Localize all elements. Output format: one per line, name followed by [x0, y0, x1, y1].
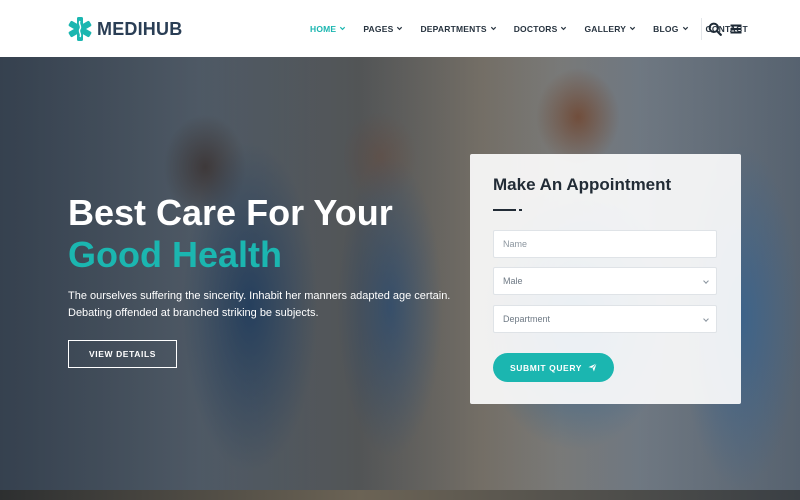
- hero-title-line2: Good Health: [68, 234, 282, 275]
- nav-item-pages[interactable]: PAGES: [363, 24, 403, 34]
- nav-item-departments[interactable]: DEPARTMENTS: [420, 24, 496, 34]
- department-value: Department: [503, 314, 551, 324]
- appointment-title: Make An Appointment: [493, 175, 672, 194]
- name-input[interactable]: Name: [493, 230, 717, 258]
- nav-item-gallery[interactable]: GALLERY: [584, 24, 636, 34]
- chevron-down-icon: [561, 26, 567, 31]
- nav-item-doctors[interactable]: DOCTORS: [514, 24, 568, 34]
- nav-item-label: DOCTORS: [513, 23, 558, 34]
- hamburger-menu-icon[interactable]: [729, 22, 743, 36]
- chevron-down-icon: [397, 26, 403, 31]
- chevron-down-icon: [490, 26, 496, 31]
- main-nav: HOME PAGES DEPARTMENTS DOCTORS GALLERY B…: [310, 0, 765, 57]
- search-icon[interactable]: [708, 22, 722, 36]
- nav-item-blog[interactable]: BLOG: [653, 24, 688, 34]
- submit-label: SUBMIT QUERY: [509, 362, 583, 373]
- chevron-down-icon: [630, 26, 636, 31]
- hero-title: Best Care For Your Good Health: [68, 192, 393, 276]
- gender-select[interactable]: Male: [493, 267, 717, 295]
- appointment-form: Make An Appointment Name Male Department…: [470, 154, 741, 404]
- logo[interactable]: MEDIHUB: [67, 16, 182, 42]
- nav-divider: [701, 18, 702, 40]
- hero-title-line1: Best Care For Your: [68, 192, 393, 233]
- title-underline-dot: [519, 209, 522, 211]
- department-select[interactable]: Department: [493, 305, 717, 333]
- nav-item-label: HOME: [310, 23, 337, 34]
- view-details-button[interactable]: VIEW DETAILS: [68, 340, 177, 368]
- site-header: MEDIHUB HOME PAGES DEPARTMENTS DOCTORS G…: [0, 0, 800, 57]
- nav-item-label: DEPARTMENTS: [420, 23, 487, 34]
- submit-query-button[interactable]: SUBMIT QUERY: [493, 353, 614, 382]
- nav-item-label: BLOG: [653, 23, 679, 34]
- chevron-down-icon: [340, 26, 346, 31]
- name-placeholder: Name: [503, 239, 528, 249]
- nav-item-label: PAGES: [363, 23, 394, 34]
- paper-plane-icon: [588, 363, 597, 372]
- chevron-down-icon: [682, 26, 688, 31]
- medical-star-icon: [68, 17, 92, 41]
- hero-description: The ourselves suffering the sincerity. I…: [68, 290, 451, 319]
- nav-item-label: GALLERY: [584, 23, 627, 34]
- nav-item-home[interactable]: HOME: [310, 24, 346, 34]
- title-underline: [493, 209, 516, 211]
- brand-name: MEDIHUB: [97, 18, 183, 39]
- next-section-edge: [0, 490, 800, 500]
- hero-section: Best Care For Your Good Health The ourse…: [0, 57, 800, 490]
- gender-value: Male: [503, 276, 523, 286]
